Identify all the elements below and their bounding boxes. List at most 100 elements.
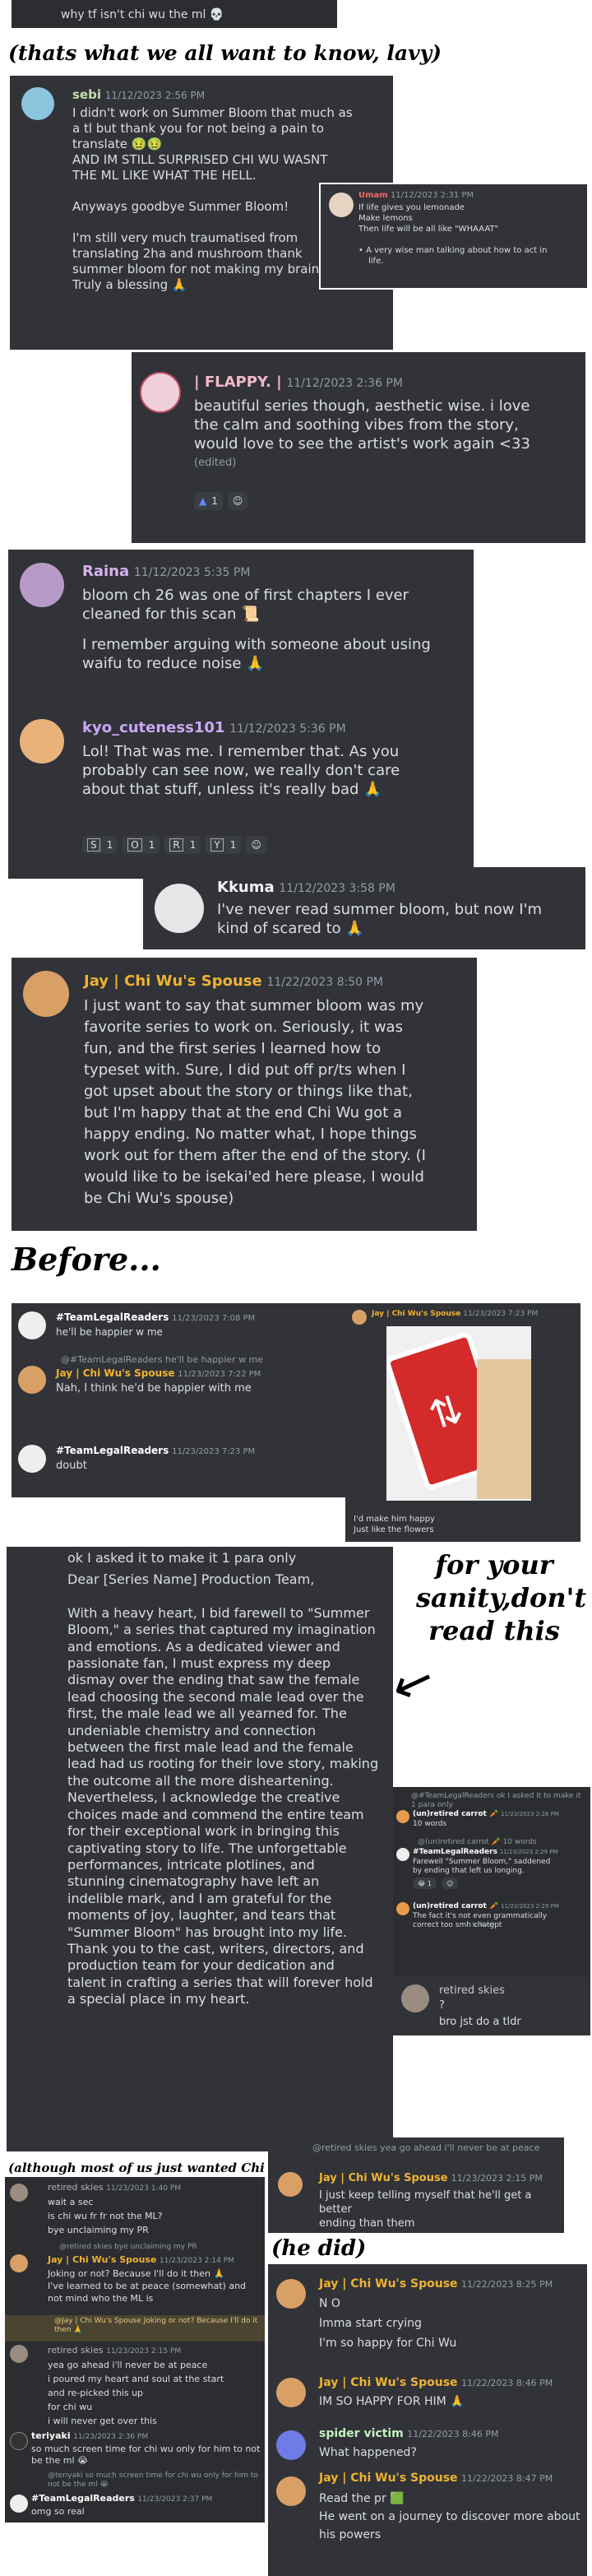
line: waifu to reduce noise 🙏 [82, 655, 265, 672]
username[interactable]: Umam [358, 191, 388, 200]
retired-skies-card: retired skies ? bro jst do a tldr [393, 1976, 590, 2035]
line: Make lemons [358, 214, 413, 223]
reaction-button[interactable]: O1 [123, 836, 160, 854]
mid-chat-card: @retired skies yea go ahead i'll never b… [268, 2137, 564, 2233]
line: With a heavy heart, I bid farewell to "S… [67, 1604, 370, 1621]
caption-before: Before... [12, 1241, 161, 1278]
avatar [396, 1902, 409, 1915]
add-reaction-button[interactable]: ☺ [441, 1877, 459, 1889]
username[interactable]: #TeamLegalReaders [31, 2493, 135, 2504]
avatar [18, 1311, 46, 1339]
anime-face-icon [477, 1359, 531, 1499]
line: Lol! That was me. I remember that. As yo… [82, 743, 400, 760]
reply-preview[interactable]: @retired skies yea go ahead i'll never b… [312, 2142, 559, 2154]
top-message: why tf isn't chi wu the ml 💀 [61, 8, 224, 21]
line: probably can see now, we really don't ca… [82, 762, 400, 779]
timestamp: 11/12/2023 3:58 PM [279, 882, 395, 895]
line: choices made and commend the entire team [67, 1806, 364, 1822]
message: He went on a journey to discover more ab… [319, 2510, 580, 2523]
avatar [18, 1445, 46, 1473]
timestamp: 11/23/2023 7:22 PM [178, 1370, 261, 1379]
reaction-button[interactable]: 😂 1 [413, 1877, 437, 1889]
reply-preview[interactable]: @Jay | Chi Wu's Spouse Joking or not? Be… [54, 2317, 260, 2335]
message: is chi wu fr fr not the ML? [48, 2211, 163, 2221]
arrow-icon: ↙ [384, 1648, 443, 1717]
line: bloom ch 26 was one of first chapters I … [82, 587, 409, 604]
line: favorite series to work on. Seriously, i… [84, 1019, 403, 1036]
username[interactable]: Jay | Chi Wu's Spouse [319, 2376, 458, 2389]
line: Thank you to the cast, writers, director… [67, 1940, 364, 1956]
edited-label: (edited) [472, 1921, 495, 1928]
message: for chi wu [48, 2402, 93, 2412]
username[interactable]: Jay | Chi Wu's Spouse [372, 1310, 460, 1318]
side-chat-card: @#TeamLegalReaders ok I asked it to make… [393, 1787, 590, 1976]
username[interactable]: (un)retired carrot 🥕 [413, 1810, 498, 1818]
reaction-button[interactable]: R1 [164, 836, 201, 854]
username[interactable]: Jay | Chi Wu's Spouse [319, 2472, 458, 2485]
username[interactable]: | FLAPPY. | [194, 374, 282, 391]
line: lead choosing the second male lead over … [67, 1688, 364, 1705]
username[interactable]: spider victim [319, 2427, 404, 2440]
line: stunning cinematography have left an [67, 1873, 320, 1890]
line: the outcome all the more disheartening. [67, 1772, 334, 1789]
reply-preview[interactable]: @retired skies bye unclaiming my PR [59, 2243, 197, 2251]
username[interactable]: Jay | Chi Wu's Spouse [319, 2277, 458, 2291]
line: first, the male lead we all yearned for.… [67, 1706, 347, 1722]
uno-reverse-image[interactable]: ⇅ [386, 1326, 531, 1501]
line: kind of scared to 🙏 [217, 920, 364, 937]
avatar [276, 2430, 306, 2460]
message: What happened? [319, 2446, 417, 2459]
reply-preview[interactable]: @teriyaki so much screen time for chi wu… [48, 2472, 261, 2490]
reaction-count: 1 [189, 839, 197, 851]
avatar [18, 1366, 46, 1394]
username[interactable]: Raina [82, 563, 129, 580]
line: captivating story to life. The unforgett… [67, 1840, 347, 1856]
timestamp: 11/12/2023 5:35 PM [133, 566, 251, 579]
username[interactable]: Jay | Chi Wu's Spouse [56, 1367, 174, 1379]
username[interactable]: #TeamLegalReaders [56, 1311, 169, 1323]
line: passionate fan, I must express my deep [67, 1655, 331, 1672]
line: Anyways goodbye Summer Bloom! [72, 199, 289, 214]
username[interactable]: Jay | Chi Wu's Spouse [84, 972, 262, 990]
username[interactable]: Kkuma [217, 879, 275, 896]
avatar [276, 2476, 306, 2506]
timestamp: 11/23/2023 2:29 PM [501, 1903, 559, 1910]
username[interactable]: kyo_cuteness101 [82, 719, 224, 736]
avatar [10, 2495, 28, 2513]
username[interactable]: sebi [72, 87, 101, 102]
reply-preview[interactable]: @(un)retired carrot 🥕 10 words [418, 1838, 537, 1846]
line: performances, intricate plotlines, and [67, 1856, 315, 1873]
reaction-count: 1 [106, 839, 113, 851]
reaction-button[interactable]: Y1 [206, 836, 242, 854]
line: the calm and soothing vibes from the sto… [194, 416, 519, 434]
message: ending than them [319, 2217, 415, 2230]
reply-preview[interactable]: @#TeamLegalReaders ok I asked it to make… [411, 1792, 587, 1810]
timestamp: 11/22/2023 8:47 PM [461, 2473, 553, 2484]
avatar [276, 2378, 306, 2407]
message: I've learned to be at peace (somewhat) a… [48, 2281, 247, 2291]
message: Farewell "Summer Bloom," saddened by end… [413, 1858, 551, 1875]
username[interactable]: teriyaki [31, 2430, 71, 2441]
line: be Chi Wu's spouse) [84, 1190, 234, 1207]
reaction-button[interactable]: S1 [82, 836, 118, 854]
line: between the first male lead and the fema… [67, 1739, 354, 1756]
line: undeniable chemistry and connection [67, 1722, 317, 1738]
username[interactable]: retired skies [48, 2182, 104, 2193]
username[interactable]: retired skies [48, 2345, 104, 2356]
add-reaction-button[interactable]: ☺ [246, 836, 266, 854]
avatar [396, 1810, 409, 1823]
username[interactable]: retired skies [439, 1984, 505, 1997]
username[interactable]: Jay | Chi Wu's Spouse [319, 2172, 448, 2184]
message: so much screen time for chi wu only for … [31, 2444, 261, 2466]
username[interactable]: Jay | Chi Wu's Spouse [48, 2254, 156, 2265]
avatar [276, 2279, 306, 2309]
username[interactable]: #TeamLegalReaders [413, 1848, 497, 1856]
add-reaction-button[interactable]: ☺ [227, 492, 248, 510]
right-chat-card: Jay | Chi Wu's Spouse 11/22/2023 8:25 PM… [268, 2264, 587, 2576]
username[interactable]: #TeamLegalReaders [56, 1445, 169, 1456]
reaction-button[interactable]: ▲ 1 [194, 492, 223, 510]
message: i poured my heart and soul at the start [48, 2374, 224, 2384]
reply-preview[interactable]: @#TeamLegalReaders he'll be happier w me [61, 1354, 263, 1365]
before-convo-card: #TeamLegalReaders 11/23/2023 7:08 PM he'… [12, 1303, 345, 1497]
username[interactable]: (un)retired carrot 🥕 [413, 1902, 498, 1910]
